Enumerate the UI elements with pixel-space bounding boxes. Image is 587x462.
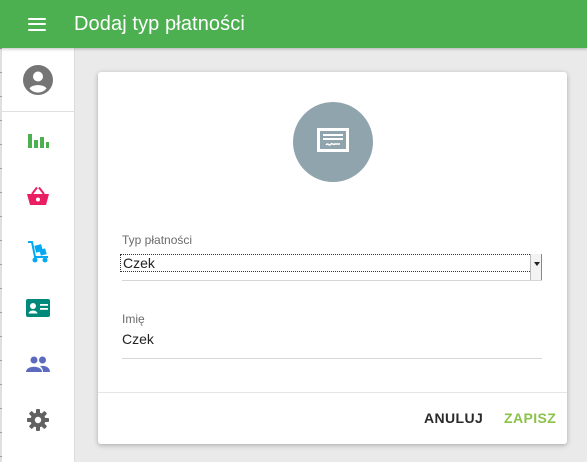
sidebar-item-settings[interactable]	[2, 392, 74, 448]
sidebar-item-account[interactable]	[2, 48, 74, 112]
page-title: Dodaj typ płatności	[74, 12, 245, 35]
save-button[interactable]: ZAPISZ	[504, 410, 556, 426]
payment-type-underline	[122, 280, 542, 281]
sidebar-item-deliveries[interactable]	[2, 224, 74, 280]
contact-card-icon	[26, 299, 50, 317]
select-dropdown-arrow-icon[interactable]	[530, 254, 542, 280]
sidebar	[2, 48, 75, 462]
menu-button[interactable]	[0, 0, 74, 48]
hand-truck-icon	[28, 241, 48, 263]
payment-type-avatar	[293, 102, 373, 182]
sidebar-item-contacts[interactable]	[2, 280, 74, 336]
payment-type-label: Typ płatności	[122, 233, 193, 247]
sidebar-item-users[interactable]	[2, 336, 74, 392]
shopping-basket-icon	[27, 186, 49, 205]
hamburger-menu-icon	[28, 17, 46, 31]
payment-type-select[interactable]: Czek	[120, 254, 540, 272]
name-underline	[122, 358, 542, 359]
bar-chart-icon	[28, 134, 49, 148]
add-payment-type-card: Typ płatności Czek Imię ANULUJ ZAPISZ	[98, 72, 567, 444]
account-icon	[23, 64, 53, 95]
check-payment-icon	[317, 128, 349, 152]
sidebar-item-reports[interactable]	[2, 112, 74, 168]
top-app-bar: Dodaj typ płatności	[0, 0, 587, 48]
cancel-button[interactable]: ANULUJ	[424, 410, 483, 426]
card-actions: ANULUJ ZAPISZ	[98, 392, 567, 445]
sidebar-item-sales[interactable]	[2, 168, 74, 224]
name-label: Imię	[122, 312, 145, 326]
app-window: Dodaj typ płatności Typ płatności Czek I…	[0, 0, 587, 462]
settings-gear-icon	[27, 409, 49, 431]
people-icon	[26, 356, 50, 372]
name-input[interactable]	[122, 331, 532, 347]
